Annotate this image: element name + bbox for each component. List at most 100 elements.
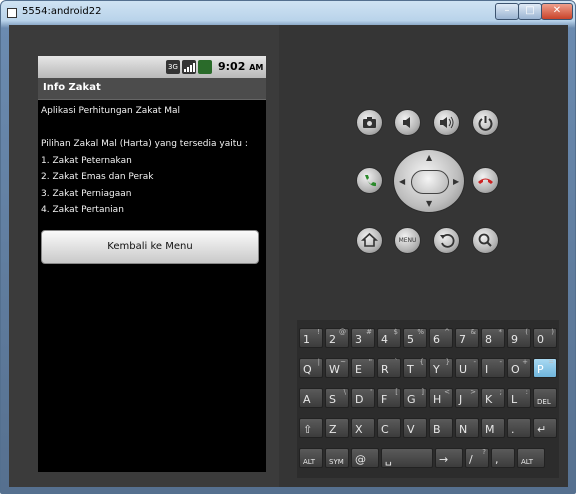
key-label: A [303, 393, 311, 406]
key-alt-label: ` [394, 358, 399, 366]
key-/[interactable]: /? [465, 448, 489, 468]
key-ALT[interactable]: ALT [517, 448, 545, 468]
key-label: J [459, 393, 463, 406]
key-label: , [495, 453, 499, 466]
search-icon[interactable] [472, 227, 499, 254]
signal-icon [182, 60, 196, 74]
key-C[interactable]: C [377, 418, 401, 438]
key-alt-label: % [417, 328, 424, 336]
call-icon[interactable] [356, 167, 383, 194]
app-window-icon [7, 8, 17, 18]
key-label: B [433, 423, 441, 436]
key-J[interactable]: J > [455, 388, 479, 408]
back-icon[interactable] [433, 227, 460, 254]
back-to-menu-button[interactable]: Kembali ke Menu [41, 230, 259, 264]
key-Y[interactable]: Y} [429, 358, 453, 378]
power-icon[interactable] [472, 109, 499, 136]
key-9[interactable]: 9( [507, 328, 531, 348]
key-label: L [511, 393, 518, 406]
home-icon[interactable] [356, 227, 383, 254]
key-⇧[interactable]: ⇧ [299, 418, 323, 438]
key-A[interactable]: A [299, 388, 323, 408]
key-7[interactable]: 7 & [455, 328, 479, 348]
camera-icon[interactable] [356, 109, 383, 136]
key-label: SYM [329, 458, 344, 466]
key-4[interactable]: 4 $ [377, 328, 401, 348]
key-W[interactable]: W ~ [325, 358, 349, 378]
key-B[interactable]: B [429, 418, 453, 438]
key-alt-label: # [366, 328, 372, 336]
maximize-button[interactable]: □ [518, 3, 542, 20]
end-call-icon[interactable] [472, 167, 499, 194]
key-K[interactable]: K; [481, 388, 505, 408]
key-alt-label: ~ [340, 358, 346, 366]
key-G[interactable]: G] [403, 388, 427, 408]
key-2[interactable]: 2 @ [325, 328, 349, 348]
key-.[interactable]: . [507, 418, 531, 438]
key-X[interactable]: X [351, 418, 375, 438]
dpad-up-icon[interactable]: ▲ [426, 153, 432, 162]
key-T[interactable]: T{ [403, 358, 427, 378]
key-label: ␣ [385, 453, 392, 466]
key-5[interactable]: 5% [403, 328, 427, 348]
key-L[interactable]: L: [507, 388, 531, 408]
status-clock: 9:02 AM [218, 60, 264, 73]
key-N[interactable]: N [455, 418, 479, 438]
key-label: 0 [537, 333, 544, 346]
key-label: → [439, 453, 449, 466]
key-ALT[interactable]: ALT [299, 448, 323, 468]
key-label: P [537, 363, 544, 376]
window-titlebar[interactable]: 5554:android22 – □ ✕ [1, 1, 575, 25]
key-1[interactable]: 1! [299, 328, 323, 348]
key-Z[interactable]: Z [325, 418, 349, 438]
dpad-down-icon[interactable]: ▼ [426, 199, 432, 208]
key-label: R [381, 363, 389, 376]
dpad-center-button[interactable] [411, 170, 449, 194]
key-D[interactable]: D ' [351, 388, 375, 408]
key-S[interactable]: S \ [325, 388, 349, 408]
key-E[interactable]: E " [351, 358, 375, 378]
key-0[interactable]: 0) [533, 328, 557, 348]
key-F[interactable]: F[ [377, 388, 401, 408]
dpad-left-icon[interactable]: ◀ [399, 177, 405, 186]
key-label: I [485, 363, 489, 376]
key-8[interactable]: 8 * [481, 328, 505, 348]
key-DEL[interactable]: DEL [533, 388, 557, 408]
key-P[interactable]: P = [533, 358, 557, 378]
key-M[interactable]: M [481, 418, 505, 438]
volume-up-icon[interactable] [433, 109, 460, 136]
key-H[interactable]: H < [429, 388, 453, 408]
key-R[interactable]: R ` [377, 358, 401, 378]
key-SYM[interactable]: SYM [325, 448, 349, 468]
key-␣[interactable]: ␣ [381, 448, 433, 468]
key-3[interactable]: 3 # [351, 328, 375, 348]
key-6[interactable]: 6 ^ [429, 328, 453, 348]
key-@[interactable]: @ [351, 448, 379, 468]
key-O[interactable]: O + [507, 358, 531, 378]
key-alt-label: } [445, 358, 450, 366]
key-label: V [407, 423, 415, 436]
minimize-button[interactable]: – [495, 3, 519, 20]
key-V[interactable]: V [403, 418, 427, 438]
key-↵[interactable]: ↵ [533, 418, 557, 438]
key-U[interactable]: U- [455, 358, 479, 378]
key-label: 6 [433, 333, 440, 346]
key-alt-label: - [499, 358, 502, 366]
key-Q[interactable]: Q | [299, 358, 323, 378]
key-I[interactable]: I- [481, 358, 505, 378]
key-,[interactable]: , [491, 448, 515, 468]
dpad[interactable]: ▲ ▼ ◀ ▶ [393, 149, 465, 213]
key-label: T [407, 363, 414, 376]
info-text: Aplikasi Perhitungan Zakat Mal Pilihan Z… [41, 103, 263, 219]
key-alt-label: : [525, 388, 528, 396]
close-button[interactable]: ✕ [541, 3, 573, 20]
key-→[interactable]: → [435, 448, 463, 468]
menu-icon[interactable]: MENU [394, 227, 421, 254]
key-label: 2 [329, 333, 336, 346]
key-label: 3 [355, 333, 362, 346]
volume-down-icon[interactable] [394, 109, 421, 136]
3g-icon: 3G [166, 60, 180, 74]
key-label: H [433, 393, 442, 406]
key-alt-label: | [317, 358, 320, 366]
dpad-right-icon[interactable]: ▶ [453, 177, 459, 186]
